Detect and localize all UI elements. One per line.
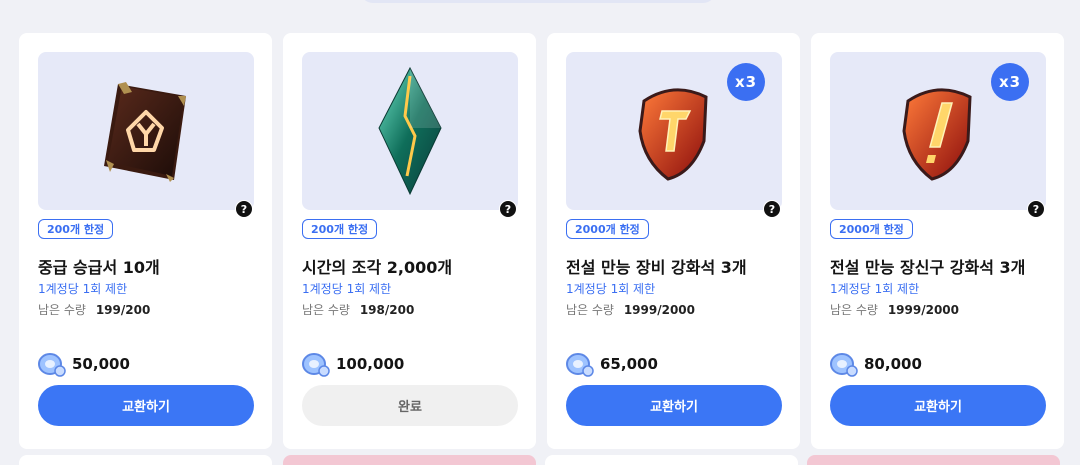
remaining-quantity: 남은 수량 1999/2000 — [566, 301, 695, 318]
price-value: 65,000 — [600, 355, 658, 373]
quantity-badge: x3 — [991, 63, 1029, 101]
currency-coin-icon — [566, 353, 594, 377]
price-value: 100,000 — [336, 355, 405, 373]
currency-coin-icon — [302, 353, 330, 377]
per-account-limit: 1계정당 1회 제한 — [830, 282, 920, 296]
remaining-label: 남은 수량 — [830, 303, 878, 317]
item-title: 전설 만능 장신구 강화석 3개 — [830, 258, 1026, 277]
item-title: 전설 만능 장비 강화석 3개 — [566, 258, 747, 277]
shop-item-card: x3 ? 2000개 한정 전설 만능 장신구 강화석 3개 1계정당 1회 제… — [811, 33, 1064, 449]
limit-badge: 200개 한정 — [38, 219, 114, 239]
limit-badge: 2000개 한정 — [830, 219, 913, 239]
help-icon[interactable]: ? — [1027, 200, 1045, 218]
per-account-limit: 1계정당 1회 제한 — [566, 282, 656, 296]
remaining-label: 남은 수량 — [302, 303, 350, 317]
book-icon — [104, 82, 186, 182]
help-icon[interactable]: ? — [763, 200, 781, 218]
remaining-value: 198/200 — [359, 303, 415, 317]
per-account-limit: 1계정당 1회 제한 — [38, 282, 128, 296]
item-price: 80,000 — [830, 351, 922, 377]
shop-item-card: ? 200개 한정 시간의 조각 2,000개 1계정당 1회 제한 남은 수량… — [283, 33, 536, 449]
gem-icon — [902, 88, 972, 181]
completed-button[interactable]: 완료 — [302, 385, 518, 426]
per-account-limit: 1계정당 1회 제한 — [302, 282, 392, 296]
next-row-card-edge — [545, 455, 798, 465]
item-price: 100,000 — [302, 351, 404, 377]
help-icon[interactable]: ? — [499, 200, 517, 218]
top-banner-edge — [360, 0, 716, 3]
remaining-value: 199/200 — [95, 303, 151, 317]
remaining-label: 남은 수량 — [566, 303, 614, 317]
item-image: x3 — [830, 52, 1046, 210]
limit-badge: 200개 한정 — [302, 219, 378, 239]
item-title: 시간의 조각 2,000개 — [302, 258, 453, 277]
exchange-button[interactable]: 교환하기 — [830, 385, 1046, 426]
item-image — [38, 52, 254, 210]
item-price: 65,000 — [566, 351, 658, 377]
remaining-value: 1999/2000 — [623, 303, 695, 317]
remaining-label: 남은 수량 — [38, 303, 86, 317]
shop-item-grid: ? 200개 한정 중급 승급서 10개 1계정당 1회 제한 남은 수량 19… — [19, 33, 1064, 449]
quantity-badge: x3 — [727, 63, 765, 101]
exchange-button[interactable]: 교환하기 — [38, 385, 254, 426]
item-image — [302, 52, 518, 210]
crystal-icon — [378, 66, 442, 196]
currency-coin-icon — [830, 353, 858, 377]
exchange-button[interactable]: 교환하기 — [566, 385, 782, 426]
shop-item-card: x3 ? 2000개 한정 전설 만능 장비 강화석 3개 1계정당 1회 제한… — [547, 33, 800, 449]
shop-item-card: ? 200개 한정 중급 승급서 10개 1계정당 1회 제한 남은 수량 19… — [19, 33, 272, 449]
currency-coin-icon — [38, 353, 66, 377]
next-row-card-edge — [807, 455, 1060, 465]
remaining-quantity: 남은 수량 199/200 — [38, 301, 150, 318]
remaining-quantity: 남은 수량 198/200 — [302, 301, 414, 318]
remaining-quantity: 남은 수량 1999/2000 — [830, 301, 959, 318]
item-title: 중급 승급서 10개 — [38, 258, 160, 277]
help-icon[interactable]: ? — [235, 200, 253, 218]
gem-icon — [638, 88, 708, 181]
price-value: 80,000 — [864, 355, 922, 373]
remaining-value: 1999/2000 — [887, 303, 959, 317]
next-row-card-edge — [19, 455, 272, 465]
price-value: 50,000 — [72, 355, 130, 373]
limit-badge: 2000개 한정 — [566, 219, 649, 239]
next-row-card-edge — [283, 455, 536, 465]
item-price: 50,000 — [38, 351, 130, 377]
item-image: x3 — [566, 52, 782, 210]
